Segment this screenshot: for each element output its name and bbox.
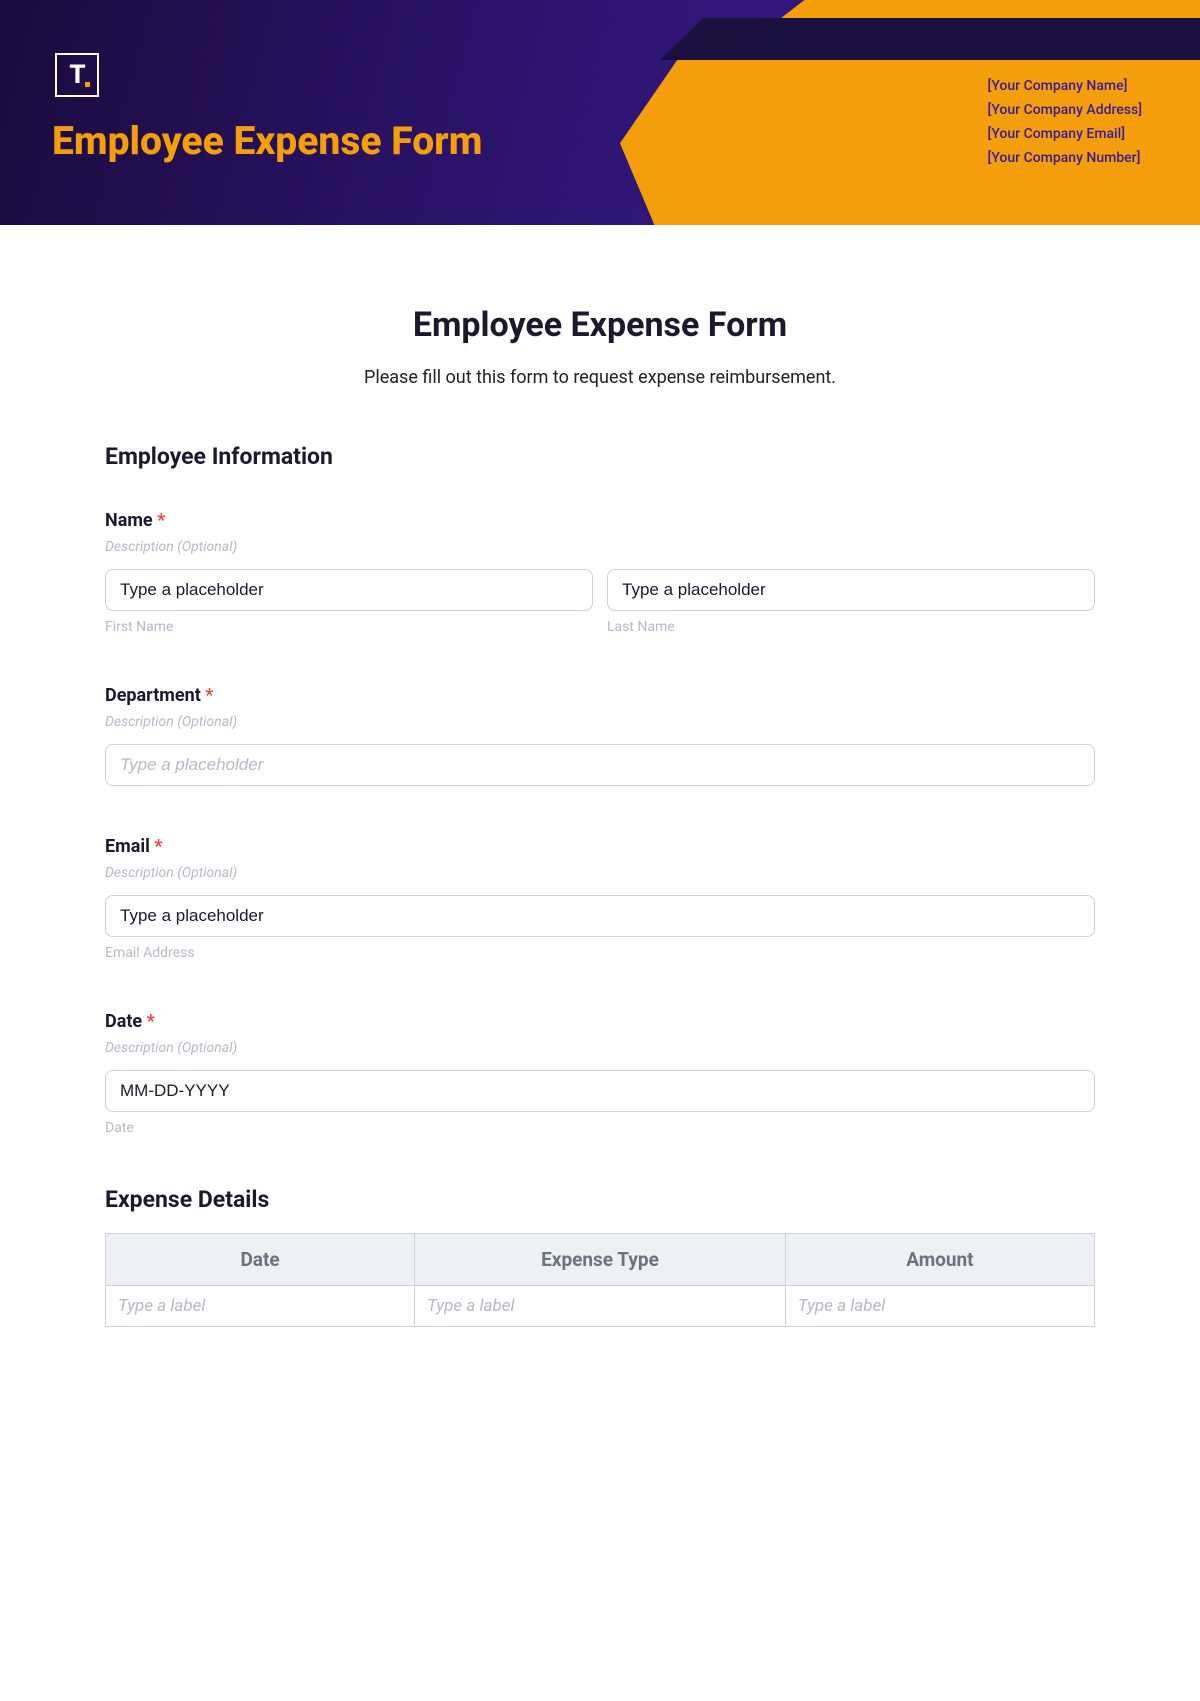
cell-amount[interactable]: Type a label — [785, 1286, 1094, 1327]
logo-text: T — [69, 60, 84, 90]
company-number[interactable]: [Your Company Number] — [988, 150, 1142, 166]
email-input[interactable] — [105, 895, 1095, 937]
company-info-block: [Your Company Name] [Your Company Addres… — [988, 78, 1142, 174]
section-employee-info: Employee Information — [105, 443, 1095, 470]
name-desc[interactable]: Description (Optional) — [105, 539, 1095, 555]
cell-type[interactable]: Type a label — [415, 1286, 786, 1327]
expense-table: Date Expense Type Amount Type a label Ty… — [105, 1233, 1095, 1327]
company-address[interactable]: [Your Company Address] — [988, 102, 1142, 118]
department-input[interactable] — [105, 744, 1095, 786]
company-name[interactable]: [Your Company Name] — [988, 78, 1142, 94]
date-sublabel: Date — [105, 1120, 1095, 1136]
field-name: Name * Description (Optional) First Name… — [105, 510, 1095, 635]
field-email: Email * Description (Optional) Email Add… — [105, 836, 1095, 961]
first-name-input[interactable] — [105, 569, 593, 611]
document-title: Employee Expense Form — [52, 118, 482, 164]
section-expense-details: Expense Details — [105, 1186, 1095, 1213]
header-banner: T Employee Expense Form [Your Company Na… — [0, 0, 1200, 225]
email-desc[interactable]: Description (Optional) — [105, 865, 1095, 881]
form-subtitle: Please fill out this form to request exp… — [105, 367, 1095, 388]
date-input[interactable] — [105, 1070, 1095, 1112]
field-department: Department * Description (Optional) — [105, 685, 1095, 786]
name-label: Name * — [105, 510, 1095, 531]
department-label: Department * — [105, 685, 1095, 706]
table-row: Type a label Type a label Type a label — [106, 1286, 1095, 1327]
logo-dot-icon — [85, 82, 90, 87]
company-email[interactable]: [Your Company Email] — [988, 126, 1142, 142]
field-date: Date * Description (Optional) Date — [105, 1011, 1095, 1136]
date-label: Date * — [105, 1011, 1095, 1032]
required-mark: * — [157, 510, 165, 531]
last-name-input[interactable] — [607, 569, 1095, 611]
email-label: Email * — [105, 836, 1095, 857]
date-desc[interactable]: Description (Optional) — [105, 1040, 1095, 1056]
th-date: Date — [106, 1234, 415, 1286]
required-mark: * — [205, 685, 213, 706]
department-desc[interactable]: Description (Optional) — [105, 714, 1095, 730]
required-mark: * — [147, 1011, 155, 1032]
logo: T — [55, 53, 99, 97]
email-sublabel: Email Address — [105, 945, 1095, 961]
first-name-sublabel: First Name — [105, 619, 593, 635]
th-amount: Amount — [785, 1234, 1094, 1286]
last-name-sublabel: Last Name — [607, 619, 1095, 635]
th-type: Expense Type — [415, 1234, 786, 1286]
form-title: Employee Expense Form — [105, 305, 1095, 345]
decor-shape — [660, 18, 1200, 60]
required-mark: * — [154, 836, 162, 857]
form-content: Employee Expense Form Please fill out th… — [0, 225, 1200, 1367]
cell-date[interactable]: Type a label — [106, 1286, 415, 1327]
